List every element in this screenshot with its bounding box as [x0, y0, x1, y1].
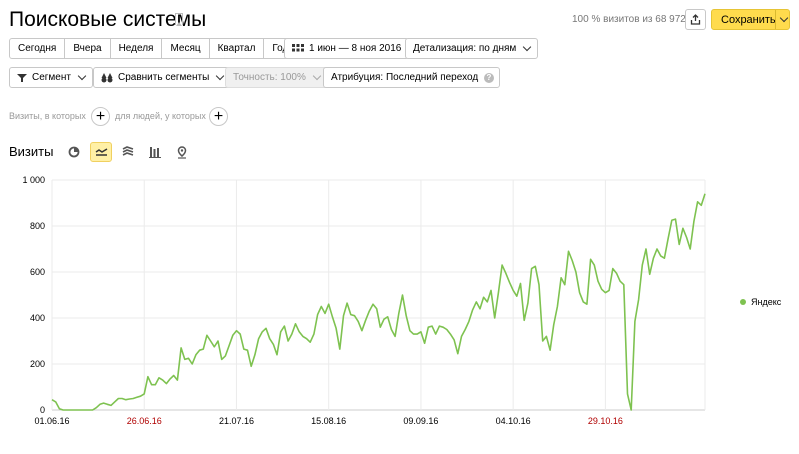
y-tick-label: 400 [30, 313, 45, 323]
pie-view-icon [68, 146, 80, 158]
plus-icon: + [95, 107, 106, 125]
chevron-down-icon [216, 71, 225, 81]
calendar-icon [292, 43, 304, 51]
view-map-button[interactable] [171, 142, 193, 162]
y-tick-label: 1 000 [22, 175, 45, 185]
y-tick-label: 800 [30, 221, 45, 231]
visits-info: 100 % визитов из 68 972 [572, 14, 686, 25]
legend-dot-icon [740, 299, 746, 305]
attribution-label: Атрибуция: Последний переход [331, 72, 479, 83]
map-view-icon [177, 145, 187, 159]
view-area-button[interactable] [117, 142, 139, 162]
add-people-condition-button[interactable]: + [209, 107, 228, 126]
segment-button[interactable]: Сегмент [9, 67, 93, 88]
chevron-down-icon [779, 13, 789, 23]
detail-label: Детализация: по дням [413, 43, 517, 54]
segment-label: Сегмент [32, 72, 71, 83]
share-icon [690, 14, 701, 25]
x-tick-label: 21.07.16 [219, 416, 254, 426]
legend-label: Яндекс [751, 297, 782, 307]
attribution-select[interactable]: Атрибуция: Последний переход [323, 67, 501, 88]
x-tick-label: 01.06.16 [34, 416, 69, 426]
save-button-label: Сохранить [721, 13, 776, 26]
x-tick-label: 26.06.16 [127, 416, 162, 426]
tab-period-week[interactable]: Неделя [111, 39, 163, 58]
view-line-button[interactable] [90, 142, 112, 162]
bookmark-icon[interactable] [175, 13, 183, 26]
compare-icon [101, 72, 113, 82]
bar-view-icon [149, 147, 161, 158]
line-view-icon [95, 148, 107, 156]
tab-period-yesterday[interactable]: Вчера [65, 39, 111, 58]
chevron-down-icon [312, 71, 322, 81]
compare-segments-button[interactable]: Сравнить сегменты [93, 67, 232, 88]
chart-metric-title: Визиты [9, 144, 54, 159]
visits-line-chart: 0 200 400 600 800 1 000 01.06.16 26.06.16 21.07… [22, 175, 706, 426]
detail-select[interactable]: Детализация: по дням [405, 38, 539, 59]
compare-segments-label: Сравнить сегменты [118, 72, 210, 83]
chart-legend[interactable]: Яндекс [740, 297, 781, 307]
view-bar-button[interactable] [144, 142, 166, 162]
save-options-toggle[interactable] [776, 13, 789, 23]
chevron-down-icon [77, 71, 87, 81]
chart-grid [51, 179, 706, 411]
date-range-label: 1 июн — 8 ноя 2016 [309, 43, 402, 54]
chevron-down-icon [523, 42, 532, 52]
x-tick-label: 15.08.16 [311, 416, 346, 426]
tab-period-today[interactable]: Сегодня [10, 39, 66, 58]
people-condition-label: для людей, у которых [115, 111, 206, 121]
tab-period-quarter[interactable]: Квартал [210, 39, 265, 58]
visits-condition-label: Визиты, в которых [9, 111, 86, 121]
x-tick-label: 09.09.16 [403, 416, 438, 426]
add-visit-condition-button[interactable]: + [91, 107, 110, 126]
date-range-picker[interactable]: 1 июн — 8 ноя 2016 [284, 38, 410, 59]
view-pie-button[interactable] [63, 142, 85, 162]
help-icon[interactable]: ? [484, 73, 494, 83]
y-axis-ticks: 0 200 400 600 800 1 000 [22, 175, 45, 415]
export-button[interactable] [685, 9, 706, 30]
y-tick-label: 200 [30, 359, 45, 369]
y-tick-label: 0 [40, 405, 45, 415]
x-tick-label: 29.10.16 [588, 416, 623, 426]
y-tick-label: 600 [30, 267, 45, 277]
x-tick-label: 04.10.16 [496, 416, 531, 426]
period-tabs: Сегодня Вчера Неделя Месяц Квартал Год [9, 38, 298, 59]
save-button[interactable]: Сохранить [711, 9, 790, 30]
area-view-icon [122, 146, 134, 156]
accuracy-label: Точность: 100% [233, 72, 306, 83]
filter-icon [17, 73, 27, 82]
accuracy-select: Точность: 100% [225, 67, 328, 88]
x-axis-ticks: 01.06.16 26.06.16 21.07.16 15.08.16 09.09.16… [34, 416, 622, 426]
plus-icon: + [213, 107, 224, 125]
tab-period-month[interactable]: Месяц [162, 39, 210, 58]
